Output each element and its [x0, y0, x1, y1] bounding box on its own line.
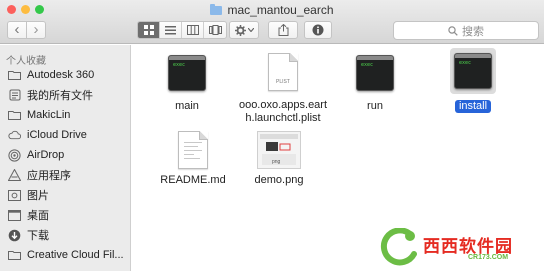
- desktop-icon: [8, 209, 21, 222]
- executable-icon: exec: [454, 53, 492, 89]
- plist-document-icon: PLIST: [268, 53, 298, 91]
- column-view-icon[interactable]: [182, 22, 204, 38]
- sidebar-item-desktop[interactable]: 桌面: [8, 205, 131, 225]
- applications-icon: [8, 169, 21, 182]
- executable-icon: exec: [168, 55, 206, 91]
- file-item-install[interactable]: exec install: [418, 48, 528, 113]
- file-name: run: [367, 100, 383, 112]
- watermark-logo: 西西软件园 CR173.COM: [376, 226, 544, 271]
- folder-icon: [8, 69, 21, 82]
- file-grid: exec main PLIST ooo.oxo.apps.eart h.launc…: [132, 45, 544, 271]
- sidebar-item-applications[interactable]: 应用程序: [8, 165, 131, 185]
- file-item-demo-png[interactable]: png demo.png: [224, 131, 334, 187]
- creative-cloud-icon: [8, 249, 21, 262]
- all-files-icon: [8, 89, 21, 102]
- sidebar-item-airdrop[interactable]: AirDrop: [8, 145, 131, 165]
- folder-icon: [210, 4, 223, 15]
- text-document-icon: [178, 131, 208, 169]
- file-name-selected: install: [454, 100, 492, 113]
- sidebar-item-icloud-drive[interactable]: iCloud Drive: [8, 125, 131, 145]
- sidebar-item-downloads[interactable]: 下载: [8, 225, 131, 245]
- action-menu-button[interactable]: [229, 21, 259, 39]
- chevron-left-icon: ‹: [14, 21, 20, 38]
- file-name: main: [175, 100, 199, 112]
- get-info-button[interactable]: [304, 21, 332, 39]
- pictures-icon: [8, 189, 21, 202]
- sidebar-item-pictures[interactable]: 图片: [8, 185, 131, 205]
- info-icon: [312, 24, 324, 36]
- gear-icon: [234, 24, 246, 36]
- cover-flow-icon[interactable]: [204, 22, 226, 38]
- list-view-icon[interactable]: [160, 22, 182, 38]
- image-thumbnail-icon: png: [257, 131, 301, 169]
- downloads-icon: [8, 229, 21, 242]
- sidebar-item-all-my-files[interactable]: 我的所有文件: [8, 85, 131, 105]
- sidebar: 个人收藏 Autodesk 360 我的所有文件 MakicLin iCloud…: [0, 45, 131, 271]
- share-icon: [278, 24, 288, 36]
- view-mode-control[interactable]: [137, 21, 227, 39]
- sidebar-item-creative-cloud[interactable]: Creative Cloud Fil...: [8, 245, 131, 265]
- search-icon: [448, 25, 458, 36]
- sidebar-item-autodesk-360[interactable]: Autodesk 360: [8, 65, 131, 85]
- home-folder-icon: [8, 109, 21, 122]
- share-button[interactable]: [268, 21, 298, 39]
- executable-icon: exec: [356, 55, 394, 91]
- window-title: mac_mantou_earch: [0, 3, 544, 17]
- window-toolbar: mac_mantou_earch ‹ › 搜索: [0, 0, 544, 44]
- icon-view-icon[interactable]: [138, 22, 160, 38]
- search-field[interactable]: 搜索: [393, 21, 539, 40]
- back-button[interactable]: ‹: [7, 21, 27, 39]
- search-placeholder: 搜索: [462, 25, 484, 38]
- airdrop-icon: [8, 148, 21, 162]
- file-name: demo.png: [254, 174, 304, 186]
- file-item-main[interactable]: exec main: [132, 55, 242, 113]
- chevron-right-icon: ›: [33, 21, 39, 38]
- forward-button[interactable]: ›: [26, 21, 46, 39]
- cloud-icon: [8, 129, 21, 142]
- file-item-run[interactable]: exec run: [320, 55, 430, 113]
- sidebar-item-makiclin[interactable]: MakicLin: [8, 105, 131, 125]
- chevron-down-icon: [247, 28, 254, 32]
